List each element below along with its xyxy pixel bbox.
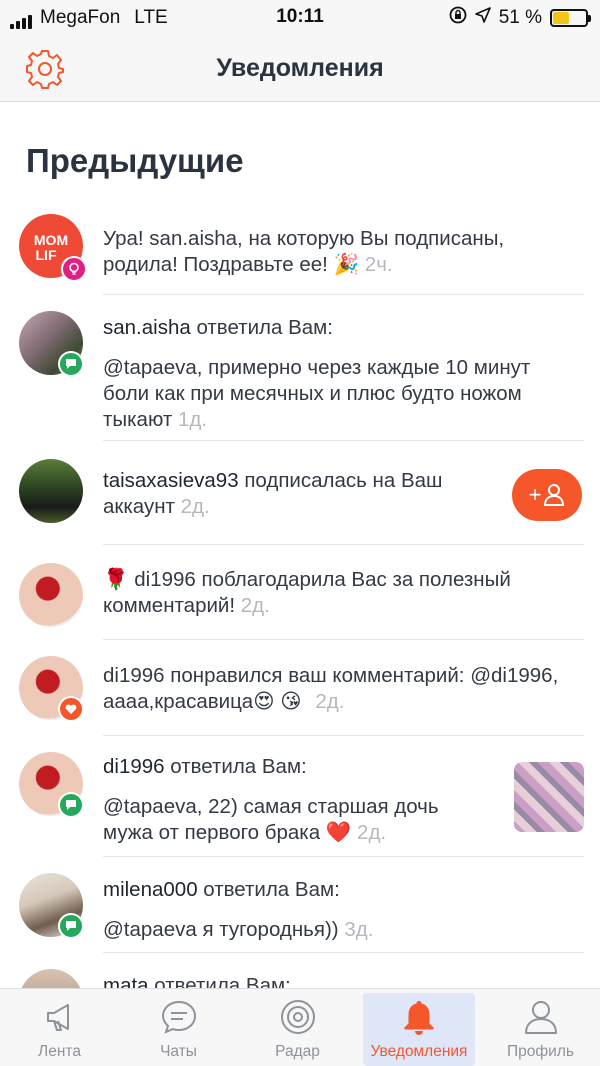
notification-item[interactable]: 🌹 di1996 поблагодарила Вас за полезный к… (0, 545, 600, 640)
notification-item[interactable]: milena000 ответила Вам: @tapaeva я тугор… (0, 857, 600, 953)
tab-feed[interactable]: Лента (0, 989, 119, 1066)
notification-action: ответила Вам: (164, 755, 307, 778)
username-link[interactable]: taisaxasieva93 (103, 469, 239, 492)
tab-radar[interactable]: Радар (238, 989, 357, 1066)
heart-icon (58, 696, 84, 722)
follow-button[interactable]: + (512, 469, 582, 521)
tab-label: Радар (275, 1043, 320, 1060)
rose-emoji: 🌹 (103, 568, 129, 591)
notification-text: Ура! san.aisha, на которую Вы подписаны,… (103, 226, 582, 278)
reply-text: @tapaeva я тугороднья)) 3д. (103, 917, 582, 943)
tab-label: Уведомления (370, 1043, 468, 1060)
notification-time: 2д. (240, 594, 270, 617)
avatar-logo-bottom: LIF (36, 247, 57, 263)
notification-item[interactable]: MOM LIF Ура! san.aisha, на которую Вы по… (0, 200, 600, 295)
tab-label: Профиль (507, 1043, 574, 1060)
battery-level (553, 12, 570, 24)
reply-text: @tapaeva, 22) самая старшая дочь мужа от… (103, 794, 490, 846)
tab-notifications[interactable]: Уведомления (363, 993, 475, 1066)
notification-text: mata ответила Вам: (103, 973, 582, 988)
notification-time: 2д. (357, 821, 387, 844)
notification-item[interactable]: san.aisha ответила Вам: @tapaeva, пример… (0, 295, 600, 441)
notification-time: 2д. (315, 690, 345, 713)
chat-icon (58, 913, 84, 939)
notification-action: ответила Вам: (190, 316, 333, 339)
location-arrow-icon (474, 7, 491, 29)
bell-icon (404, 1001, 434, 1035)
tab-chats[interactable]: Чаты (119, 989, 238, 1066)
username-link[interactable]: san.aisha (103, 316, 191, 339)
notification-time: 2ч. (364, 253, 393, 276)
tab-label: Чаты (160, 1043, 197, 1060)
username-link[interactable]: mata (103, 974, 149, 988)
avatar[interactable] (19, 969, 83, 988)
notification-text: taisaxasieva93 подписалась на Ваш аккаун… (103, 468, 480, 520)
notification-time: 2д. (180, 495, 210, 518)
username-link[interactable]: milena000 (103, 878, 198, 901)
party-popper-emoji: 🎉 (333, 253, 360, 276)
reply-message: @tapaeva я тугороднья)) (103, 918, 339, 941)
chat-icon (58, 351, 84, 377)
reply-message: @tapaeva, 22) самая старшая дочь мужа от… (103, 795, 439, 844)
profile-icon (524, 1001, 557, 1034)
notification-message: Ура! san.aisha, на которую Вы подписаны,… (103, 227, 505, 276)
tab-label: Лента (38, 1043, 81, 1060)
notification-item[interactable]: di1996 понравился ваш комментарий: @di19… (0, 640, 600, 736)
notification-item[interactable]: mata ответила Вам: (0, 953, 600, 988)
notification-text: san.aisha ответила Вам: @tapaeva, пример… (103, 315, 582, 433)
notification-item[interactable]: di1996 ответила Вам: @tapaeva, 22) самая… (0, 736, 600, 857)
notification-text: 🌹 di1996 поблагодарила Вас за полезный к… (103, 567, 582, 619)
avatar-logo-top: MOM (34, 232, 68, 248)
red-heart-emoji: ❤️ (325, 821, 352, 844)
avatar[interactable] (19, 459, 83, 523)
notification-message: di1996 поблагодарила Вас за полезный ком… (103, 568, 511, 617)
username-link[interactable]: di1996 (103, 755, 165, 778)
notification-action: ответила Вам: (197, 878, 340, 901)
chat-icon (58, 792, 84, 818)
rotation-lock-icon (449, 6, 467, 30)
nav-header: Уведомления (0, 36, 600, 102)
chat-bubble-icon (161, 1000, 196, 1034)
battery-percent: 51 % (498, 7, 542, 28)
reply-text: @tapaeva, примерно через каждые 10 минут… (103, 355, 582, 433)
notification-list[interactable]: MOM LIF Ура! san.aisha, на которую Вы по… (0, 200, 600, 988)
megaphone-icon (46, 1004, 69, 1031)
radar-icon (280, 1000, 315, 1034)
notification-text: di1996 ответила Вам: @tapaeva, 22) самая… (103, 754, 490, 846)
tab-bar: Лента Чаты Радар Уведомления Профиль (0, 988, 600, 1066)
notification-item[interactable]: taisaxasieva93 подписалась на Ваш аккаун… (0, 441, 600, 545)
status-bar: MegaFon LTE 10:11 51 % (0, 0, 600, 36)
tab-profile[interactable]: Профиль (481, 989, 600, 1066)
page-title: Уведомления (216, 54, 384, 82)
follow-plus: + (528, 482, 542, 507)
notification-action: ответила Вам: (148, 974, 291, 988)
status-icons: 51 % (449, 6, 591, 30)
battery-icon (550, 9, 591, 27)
reply-message: @tapaeva, примерно через каждые 10 минут… (103, 356, 531, 431)
notification-time: 3д. (344, 918, 374, 941)
notification-time: 1д. (177, 408, 208, 431)
post-thumbnail[interactable] (514, 762, 584, 832)
notification-text: milena000 ответила Вам: @tapaeva я тугор… (103, 877, 582, 943)
avatar[interactable] (19, 563, 83, 627)
notification-text: di1996 понравился ваш комментарий: @di19… (103, 663, 582, 715)
section-title: Предыдущие (26, 142, 244, 179)
user-icon (544, 484, 565, 506)
heart-eyes-emoji: 😍 😘 (253, 690, 302, 713)
bulb-icon (61, 256, 87, 282)
